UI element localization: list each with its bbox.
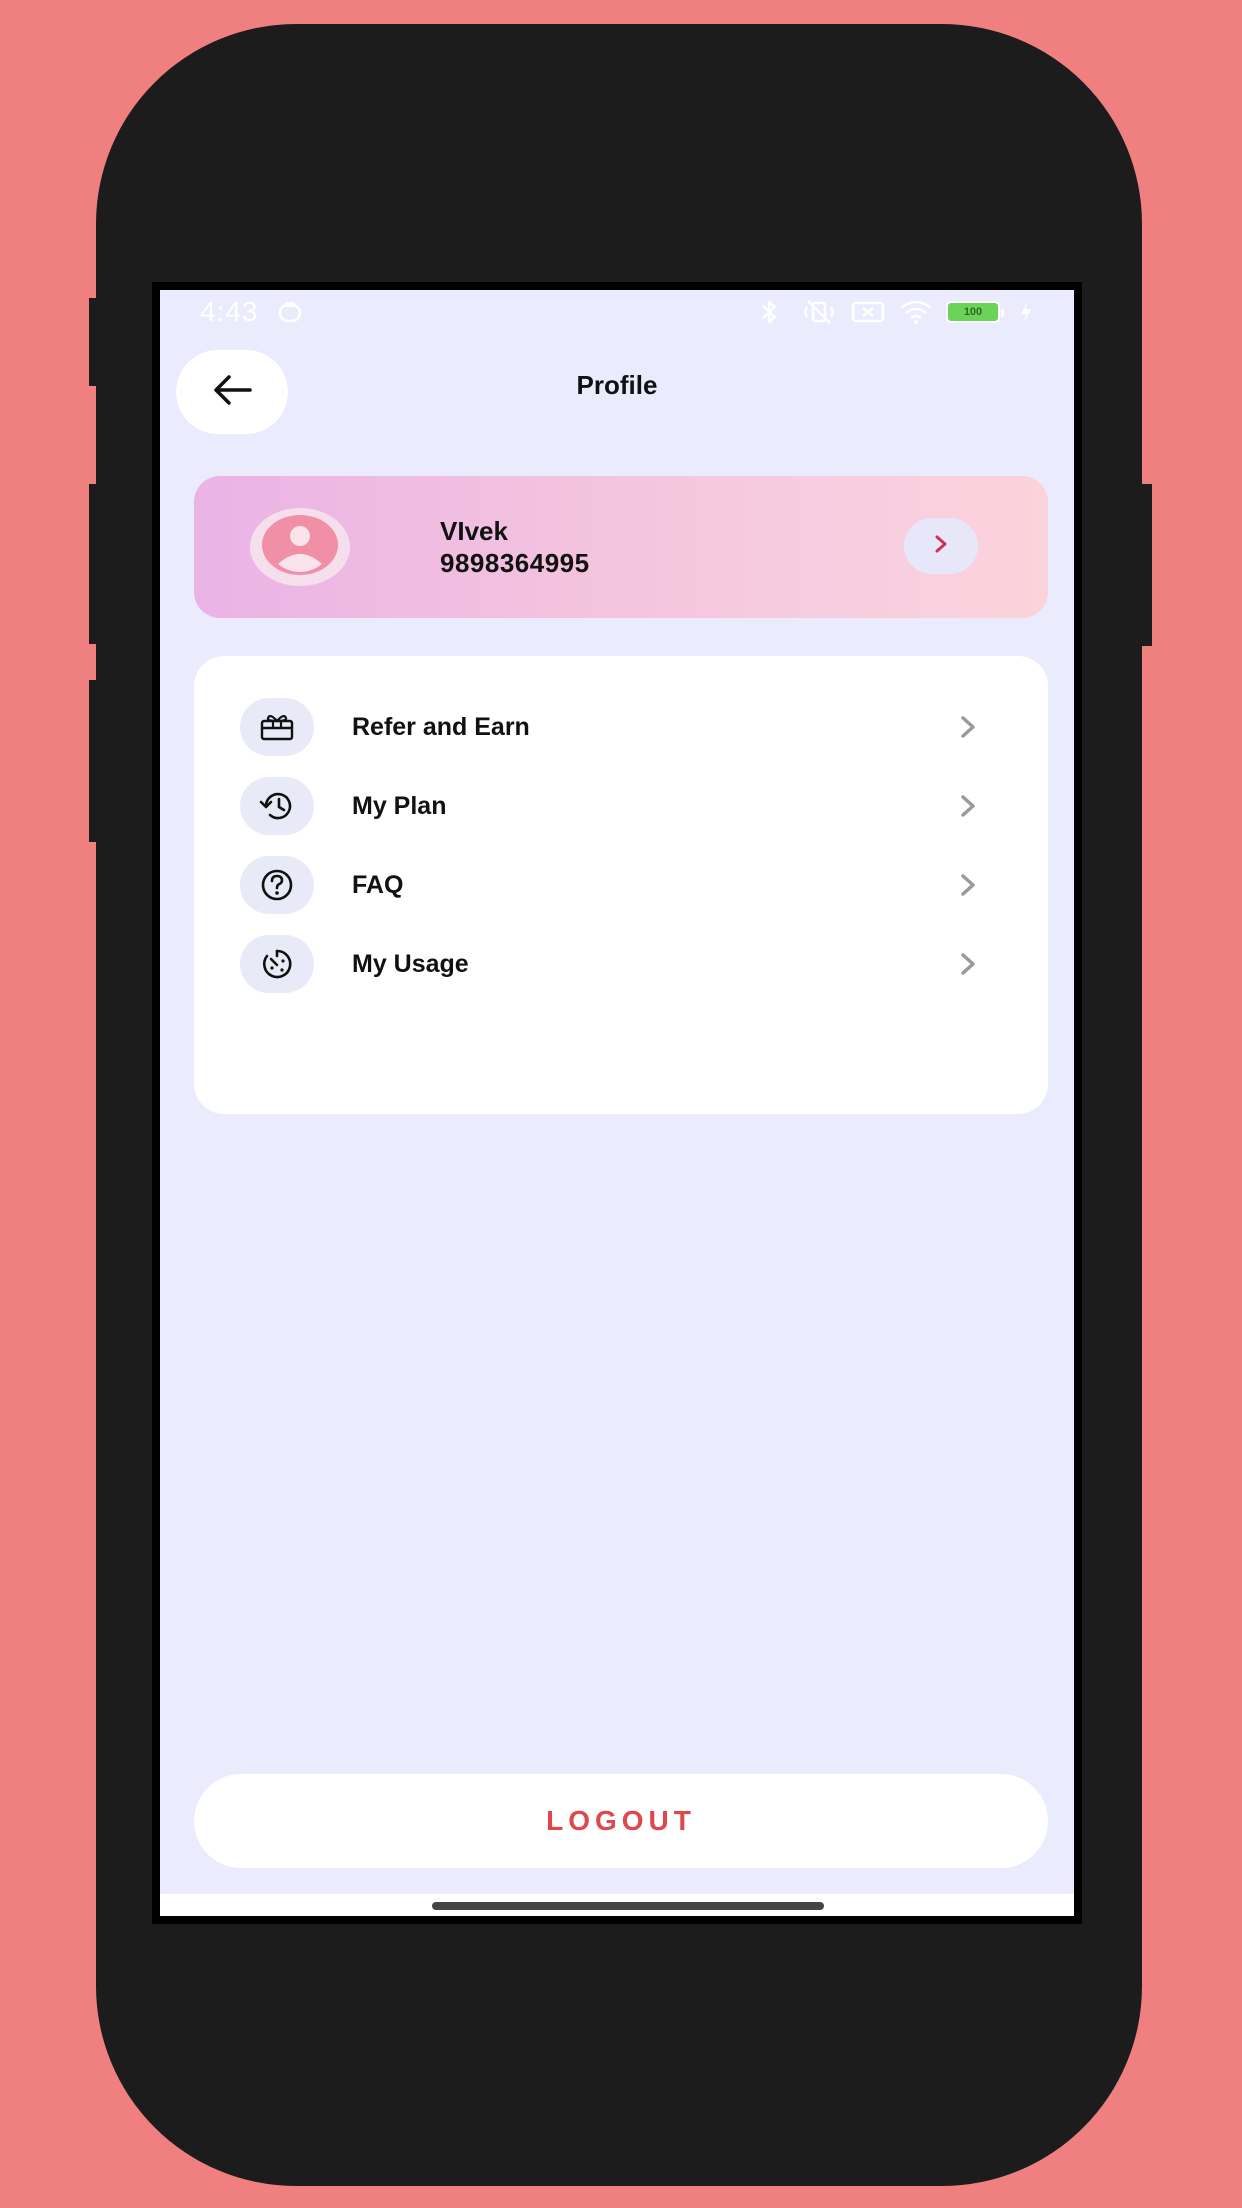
wifi-icon (898, 299, 932, 325)
sim-off-icon (850, 299, 885, 325)
logout-button[interactable]: LOGOUT (194, 1774, 1048, 1868)
menu-item-my-plan[interactable]: My Plan (240, 777, 980, 835)
menu-item-label: FAQ (352, 870, 404, 899)
mute-switch (89, 298, 99, 386)
chevron-right-icon (933, 533, 949, 560)
avatar (250, 508, 350, 586)
menu-item-my-usage[interactable]: My Usage (240, 935, 980, 993)
volume-down-button (89, 680, 99, 842)
menu-item-faq[interactable]: FAQ (240, 856, 980, 914)
menu-item-refer-and-earn[interactable]: Refer and Earn (240, 698, 980, 756)
home-indicator[interactable] (432, 1902, 824, 1910)
chevron-right-icon (956, 949, 980, 979)
profile-name: VIvek (440, 516, 508, 546)
menu-item-label: My Plan (352, 791, 447, 820)
menu-item-label: Refer and Earn (352, 712, 530, 741)
power-button (1140, 484, 1152, 646)
battery-icon: 100 (946, 301, 1004, 323)
chevron-right-icon (956, 791, 980, 821)
history-icon (240, 777, 314, 835)
app-notification-icon (275, 299, 305, 325)
vibrate-off-icon (802, 299, 835, 325)
app-screen: 4:43 100 Profile VIvek 9898364995 Refer … (160, 290, 1074, 1916)
volume-up-button (89, 484, 99, 644)
bluetooth-icon (754, 299, 784, 325)
phone-screen: 4:43 100 Profile VIvek 9898364995 Refer … (152, 282, 1082, 1924)
menu-card: Refer and Earn My Plan FAQ My Usage (194, 656, 1048, 1114)
usage-gauge-icon (240, 935, 314, 993)
profile-open-button[interactable] (904, 518, 978, 574)
chevron-right-icon (956, 870, 980, 900)
menu-item-label: My Usage (352, 949, 469, 978)
chevron-right-icon (956, 712, 980, 742)
page-title: Profile (576, 370, 658, 400)
status-bar: 4:43 100 (160, 290, 1074, 334)
question-icon (240, 856, 314, 914)
user-avatar-icon (260, 514, 340, 581)
status-time: 4:43 (200, 296, 259, 327)
gift-icon (240, 698, 314, 756)
profile-phone: 9898364995 (440, 548, 590, 578)
charging-icon (1018, 299, 1034, 325)
profile-card[interactable]: VIvek 9898364995 (194, 476, 1048, 618)
